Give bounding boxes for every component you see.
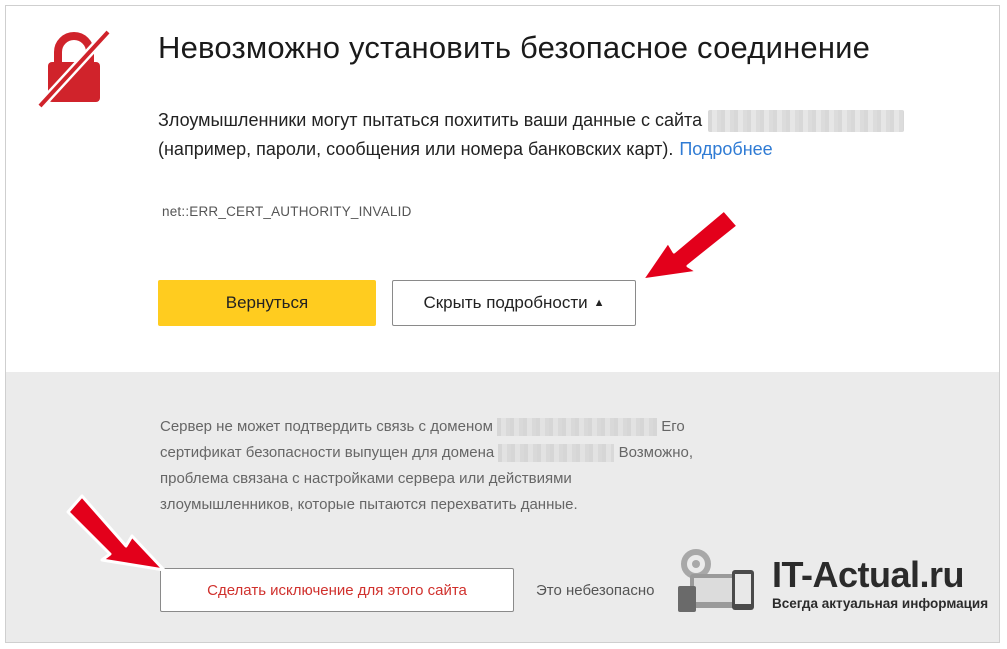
red-arrow-icon — [66, 494, 166, 572]
watermark-title: IT-Actual.ru — [772, 554, 965, 595]
browser-error-page: Невозможно установить безопасное соедине… — [6, 6, 999, 642]
redacted-domain — [497, 418, 658, 437]
error-code: net::ERR_CERT_AUTHORITY_INVALID — [162, 204, 412, 219]
description-text-1: Злоумышленники могут пытаться похитить в… — [158, 110, 703, 130]
details-row-3: проблема связана с настройками сервера и… — [160, 470, 572, 487]
more-info-link[interactable]: Подробнее — [679, 139, 772, 159]
page-title: Невозможно установить безопасное соедине… — [158, 30, 871, 65]
details-row-2: сертификат безопасности выпущен для доме… — [160, 440, 760, 466]
error-description: Злоумышленники могут пытаться похитить в… — [158, 106, 978, 164]
back-button[interactable]: Вернуться — [158, 280, 376, 326]
hide-details-label: Скрыть подробности — [423, 293, 588, 312]
redacted-domain — [498, 444, 615, 463]
error-main-section: Невозможно установить безопасное соедине… — [6, 6, 999, 372]
details-row-1: Сервер не может подтвердить связь с доме… — [160, 414, 760, 440]
red-arrow-icon — [640, 208, 740, 282]
broken-lock-icon — [36, 28, 112, 110]
description-line-1: Злоумышленники могут пытаться похитить в… — [158, 106, 978, 135]
details-row-2-start: сертификат безопасности выпущен для доме… — [160, 444, 495, 461]
unsafe-label: Это небезопасно — [536, 582, 655, 599]
devices-gear-icon — [678, 549, 754, 612]
watermark-subtitle: Всегда актуальная информация — [772, 596, 989, 611]
redacted-domain — [708, 110, 905, 133]
details-row-1-end: Его — [661, 418, 685, 435]
details-row-2-end: Возможно, — [618, 444, 693, 461]
description-text-2: (например, пароли, сообщения или номера … — [158, 139, 674, 159]
hide-details-button[interactable]: Скрыть подробности ▲ — [392, 280, 636, 326]
details-row-4: злоумышленников, которые пытаются перехв… — [160, 496, 578, 513]
details-text: Сервер не может подтвердить связь с доме… — [160, 414, 760, 518]
details-row-1-start: Сервер не может подтвердить связь с доме… — [160, 418, 493, 435]
caret-up-icon: ▲ — [593, 297, 605, 309]
site-watermark: IT-Actual.ru Всегда актуальная информаци… — [668, 544, 998, 616]
add-exception-button[interactable]: Сделать исключение для этого сайта — [160, 568, 514, 612]
description-line-2: (например, пароли, сообщения или номера … — [158, 135, 978, 164]
